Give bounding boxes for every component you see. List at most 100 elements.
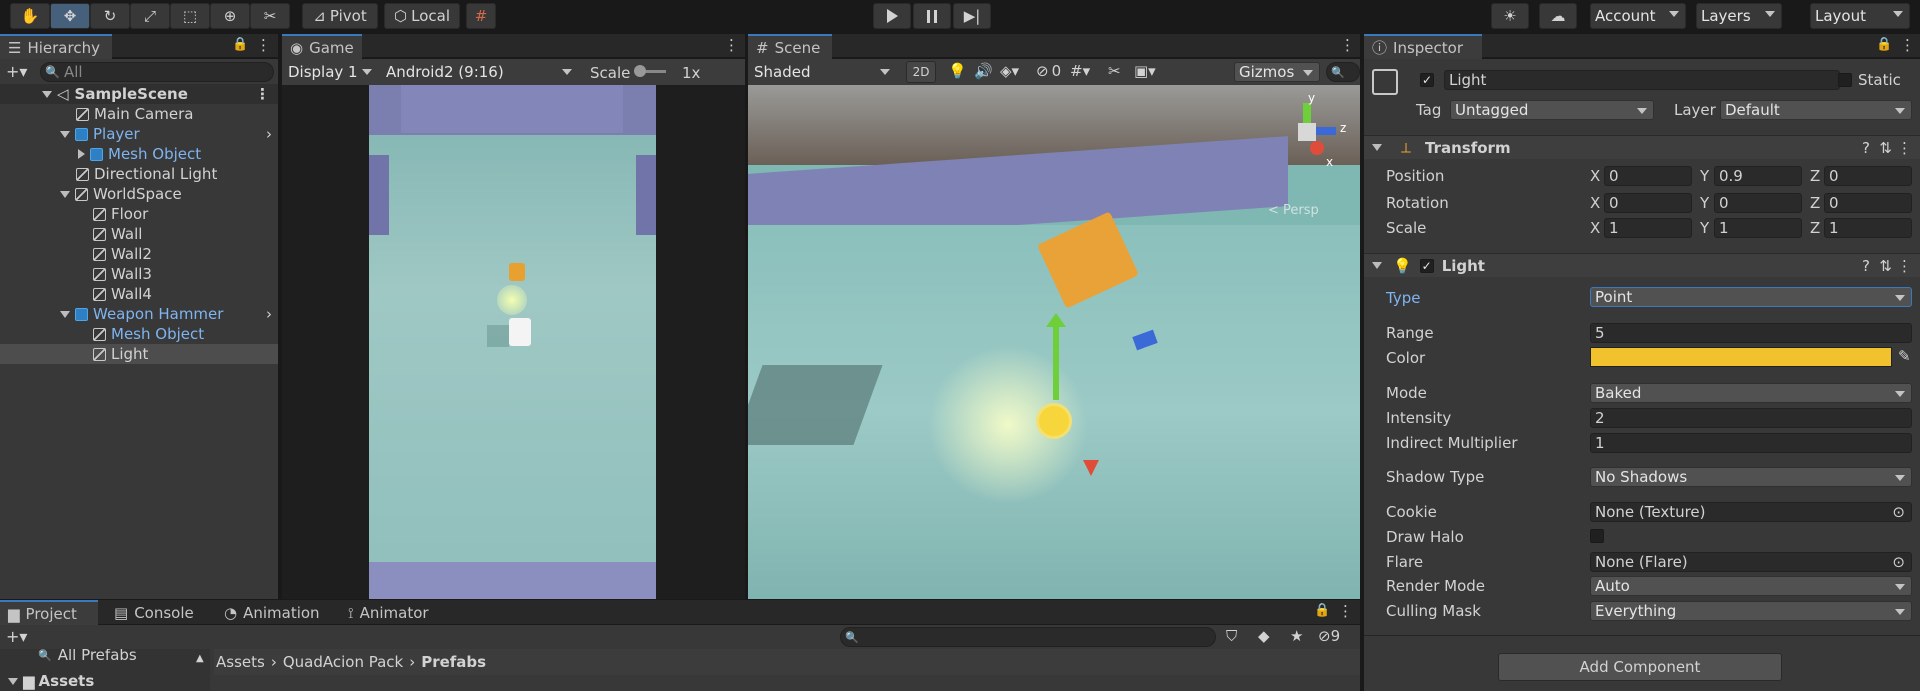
hierarchy-item[interactable]: Wall2 [93, 244, 152, 264]
point-light-icon[interactable] [1036, 403, 1072, 439]
breadcrumb-quadacion-pack[interactable]: QuadAcion Pack [283, 653, 403, 671]
grid-icon[interactable]: #▾ [1070, 62, 1090, 80]
hidden-objects-toggle[interactable]: ⊘ 0 [1036, 62, 1061, 80]
breadcrumb-assets[interactable]: Assets [216, 653, 265, 671]
position-y-field[interactable]: 0.9 [1714, 166, 1802, 186]
2d-toggle[interactable]: 2D [906, 61, 936, 83]
rotation-y-field[interactable]: 0 [1714, 193, 1802, 213]
rect-tool-icon[interactable]: ⬚ [170, 3, 210, 29]
hierarchy-item[interactable]: Floor [93, 204, 148, 224]
all-prefabs-item[interactable]: 🔍 All Prefabs [38, 649, 137, 665]
static-checkbox[interactable] [1838, 73, 1852, 87]
lock-icon[interactable]: 🔒 [232, 37, 248, 52]
rotation-z-field[interactable]: 0 [1824, 193, 1912, 213]
hierarchy-item[interactable]: Mesh Object [78, 144, 201, 164]
orientation-gizmo[interactable]: y z x [1266, 91, 1346, 177]
effects-icon[interactable]: ◈▾ [1000, 62, 1019, 80]
rotate-tool-icon[interactable]: ↻ [90, 3, 130, 29]
favorites-icon[interactable]: ★ [1290, 627, 1303, 645]
position-z-field[interactable]: 0 [1824, 166, 1912, 186]
tab-hierarchy[interactable]: ☰ Hierarchy [0, 34, 112, 59]
move-gizmo-x[interactable] [1083, 460, 1099, 476]
color-swatch[interactable] [1590, 347, 1892, 367]
hierarchy-item[interactable]: Wall [93, 224, 142, 244]
kebab-menu-icon[interactable]: ⋮ [1900, 36, 1915, 54]
range-field[interactable]: 5 [1590, 323, 1912, 343]
indirect-multiplier-field[interactable]: 1 [1590, 433, 1912, 453]
assets-root-item[interactable]: ▆ Assets [8, 671, 94, 691]
kebab-menu-icon[interactable]: ⋮ [1897, 257, 1912, 275]
custom-tool-icon[interactable]: ✂ [250, 3, 290, 29]
help-icon[interactable]: ? [1862, 257, 1870, 275]
lighting-icon[interactable]: 💡 [948, 62, 967, 80]
scale-tool-icon[interactable]: ⤢ [130, 3, 170, 29]
position-x-field[interactable]: 0 [1604, 166, 1692, 186]
kebab-menu-icon[interactable]: ⋮ [256, 36, 271, 54]
step-button[interactable]: ▶| [953, 3, 991, 29]
eyedropper-icon[interactable]: ✎ [1898, 347, 1911, 365]
hierarchy-item-selected[interactable]: Light [0, 344, 278, 364]
culling-mask-dropdown[interactable]: Everything [1590, 601, 1912, 621]
create-asset-button[interactable]: +▾ [6, 627, 27, 646]
lock-icon[interactable]: 🔒 [1876, 37, 1892, 52]
pause-button[interactable] [913, 3, 951, 29]
settings-icon[interactable]: ⇅ [1879, 139, 1892, 157]
rotation-x-field[interactable]: 0 [1604, 193, 1692, 213]
hand-tool-icon[interactable]: ✋ [10, 3, 50, 29]
hierarchy-item[interactable]: Main Camera [76, 104, 193, 124]
filter-by-label-icon[interactable]: ◆ [1258, 627, 1270, 645]
settings-icon[interactable]: ⇅ [1879, 257, 1892, 275]
hierarchy-item[interactable]: Player › [60, 124, 278, 144]
draw-halo-checkbox[interactable] [1590, 529, 1604, 543]
tab-console[interactable]: ▤ Console [106, 600, 200, 625]
pivot-button[interactable]: ⊿ Pivot [302, 3, 378, 29]
transform-tool-icon[interactable]: ⊕ [210, 3, 250, 29]
active-checkbox[interactable]: ✓ [1420, 73, 1434, 87]
hierarchy-item[interactable]: Weapon Hammer › [60, 304, 278, 324]
kebab-menu-icon[interactable]: ⋮ [1338, 602, 1353, 620]
light-component-header[interactable]: 💡 ✓ Light ? ⇅ ⋮ [1364, 253, 1920, 277]
light-enabled-checkbox[interactable]: ✓ [1419, 258, 1434, 273]
add-object-button[interactable]: +▾ [6, 62, 27, 81]
object-picker-icon[interactable]: ⊙ [1892, 503, 1905, 521]
intensity-field[interactable]: 2 [1590, 408, 1912, 428]
tab-inspector[interactable]: ⓘ Inspector [1364, 34, 1482, 59]
move-tool-icon[interactable]: ✥ [50, 3, 90, 29]
kebab-menu-icon[interactable]: ⋮ [1340, 36, 1355, 54]
shading-dropdown[interactable]: Shaded [750, 62, 896, 82]
layers-dropdown[interactable]: Layers [1696, 3, 1782, 29]
hierarchy-item[interactable]: Directional Light [76, 164, 217, 184]
tab-game[interactable]: ◉ Game [282, 34, 362, 59]
tag-dropdown[interactable]: Untagged [1450, 100, 1654, 120]
move-gizmo-y[interactable] [1053, 320, 1059, 400]
kebab-menu-icon[interactable]: ⋮ [724, 36, 739, 54]
scale-z-field[interactable]: 1 [1824, 218, 1912, 238]
collab-icon[interactable]: ☀ [1491, 3, 1529, 29]
object-name-field[interactable]: Light [1444, 70, 1840, 90]
flare-field[interactable]: None (Flare) ⊙ [1590, 552, 1912, 572]
filter-by-type-icon[interactable]: ⛉ [1226, 627, 1237, 645]
mode-dropdown[interactable]: Baked [1590, 383, 1912, 403]
chevron-right-icon[interactable]: › [266, 305, 272, 323]
kebab-menu-icon[interactable]: ⋮ [1897, 139, 1912, 157]
perspective-label[interactable]: < Persp [1268, 203, 1319, 218]
layout-dropdown[interactable]: Layout [1810, 3, 1910, 29]
layer-dropdown[interactable]: Default [1720, 100, 1912, 120]
shadow-type-dropdown[interactable]: No Shadows [1590, 467, 1912, 487]
account-dropdown[interactable]: Account [1590, 3, 1686, 29]
tools-icon[interactable]: ✂ [1108, 62, 1121, 80]
scale-y-field[interactable]: 1 [1714, 218, 1802, 238]
tab-animation[interactable]: ◔ Animation [216, 600, 326, 625]
scroll-up-icon[interactable]: ▲ [196, 653, 204, 664]
scene-viewport[interactable]: y z x < Persp [748, 85, 1360, 599]
display-dropdown[interactable]: Display 1 [284, 62, 378, 82]
camera-icon[interactable]: ▣▾ [1134, 62, 1156, 80]
lock-icon[interactable]: 🔒 [1314, 603, 1330, 618]
tab-project[interactable]: ▆ Project [0, 600, 98, 625]
cloud-icon[interactable]: ☁ [1539, 3, 1577, 29]
help-icon[interactable]: ? [1862, 139, 1870, 157]
breadcrumb-prefabs[interactable]: Prefabs [421, 653, 486, 671]
scale-slider[interactable] [634, 65, 666, 77]
gizmos-dropdown[interactable]: Gizmos [1234, 62, 1320, 82]
hierarchy-item[interactable]: Wall3 [93, 264, 152, 284]
